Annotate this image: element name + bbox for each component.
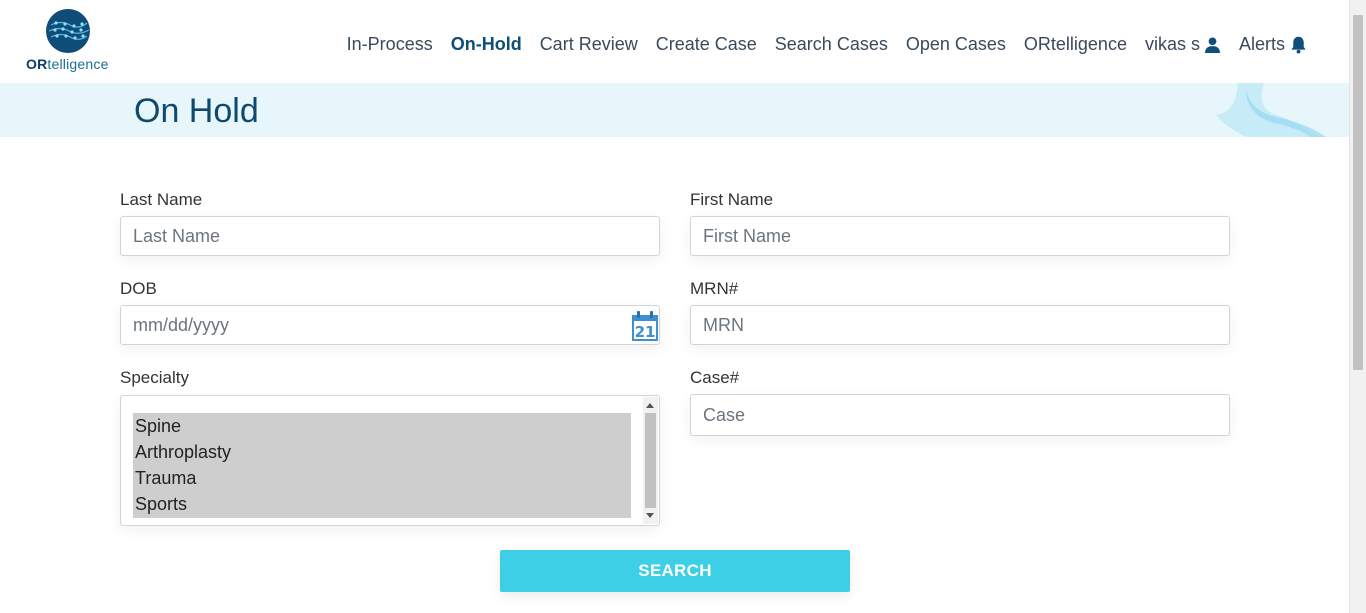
nav-user-menu[interactable]: vikas s: [1145, 34, 1221, 55]
logo-globe-icon: [46, 9, 90, 53]
mrn-input[interactable]: [690, 305, 1230, 345]
bell-icon: [1291, 36, 1306, 54]
first-name-label: First Name: [690, 190, 774, 209]
specialty-scrollbar[interactable]: [643, 397, 658, 524]
specialty-option-arthroplasty[interactable]: Arthroplasty: [133, 439, 631, 465]
first-name-input[interactable]: [690, 216, 1230, 256]
calendar-button[interactable]: 21: [630, 306, 659, 346]
dob-label: DOB: [120, 279, 157, 298]
nav-in-process[interactable]: In-Process: [347, 34, 433, 55]
top-header: ORtelligence In-Process On-Hold Cart Rev…: [0, 0, 1350, 83]
nav-open-cases[interactable]: Open Cases: [906, 34, 1006, 55]
calendar-icon: 21: [631, 311, 658, 341]
nav-ortelligence[interactable]: ORtelligence: [1024, 34, 1127, 55]
nav-search-cases[interactable]: Search Cases: [775, 34, 888, 55]
nav-alerts[interactable]: Alerts: [1239, 34, 1308, 55]
decorative-wave-graphic: [1216, 83, 1326, 137]
nav-cart-review[interactable]: Cart Review: [540, 34, 638, 55]
user-icon: [1205, 37, 1220, 53]
main-nav: In-Process On-Hold Cart Review Create Ca…: [329, 34, 1308, 55]
page-title: On Hold: [134, 92, 259, 130]
specialty-option-sports[interactable]: Sports: [133, 491, 631, 517]
ortelligence-logo[interactable]: ORtelligence: [24, 8, 114, 76]
scroll-down-arrow-icon[interactable]: [646, 513, 654, 518]
specialty-label: Specialty: [120, 368, 189, 387]
specialty-listbox[interactable]: Spine Arthroplasty Trauma Sports: [120, 395, 660, 526]
nav-create-case[interactable]: Create Case: [656, 34, 757, 55]
page-title-band: On Hold: [0, 83, 1350, 137]
alerts-label: Alerts: [1238, 34, 1285, 54]
case-label: Case#: [690, 368, 740, 387]
dob-input[interactable]: [120, 305, 660, 345]
logo-wordmark: ORtelligence: [26, 56, 109, 72]
search-button[interactable]: SEARCH: [500, 550, 850, 592]
specialty-option-trauma[interactable]: Trauma: [133, 465, 631, 491]
last-name-input[interactable]: [120, 216, 660, 256]
page-scrollbar-thumb[interactable]: [1353, 15, 1363, 370]
case-input[interactable]: [690, 394, 1230, 436]
scroll-up-arrow-icon[interactable]: [646, 403, 654, 408]
calendar-day-text: 21: [634, 323, 655, 341]
specialty-option-spine[interactable]: Spine: [133, 413, 631, 439]
user-name: vikas s: [1144, 34, 1200, 54]
logo-prefix: OR: [26, 56, 48, 72]
logo-suffix: telligence: [47, 56, 109, 72]
specialty-scrollbar-thumb[interactable]: [645, 413, 656, 508]
specialty-options: Spine Arthroplasty Trauma Sports: [133, 413, 631, 518]
page-scrollbar[interactable]: [1349, 0, 1366, 613]
mrn-label: MRN#: [690, 279, 739, 298]
nav-on-hold[interactable]: On-Hold: [451, 34, 522, 55]
last-name-label: Last Name: [120, 190, 203, 209]
